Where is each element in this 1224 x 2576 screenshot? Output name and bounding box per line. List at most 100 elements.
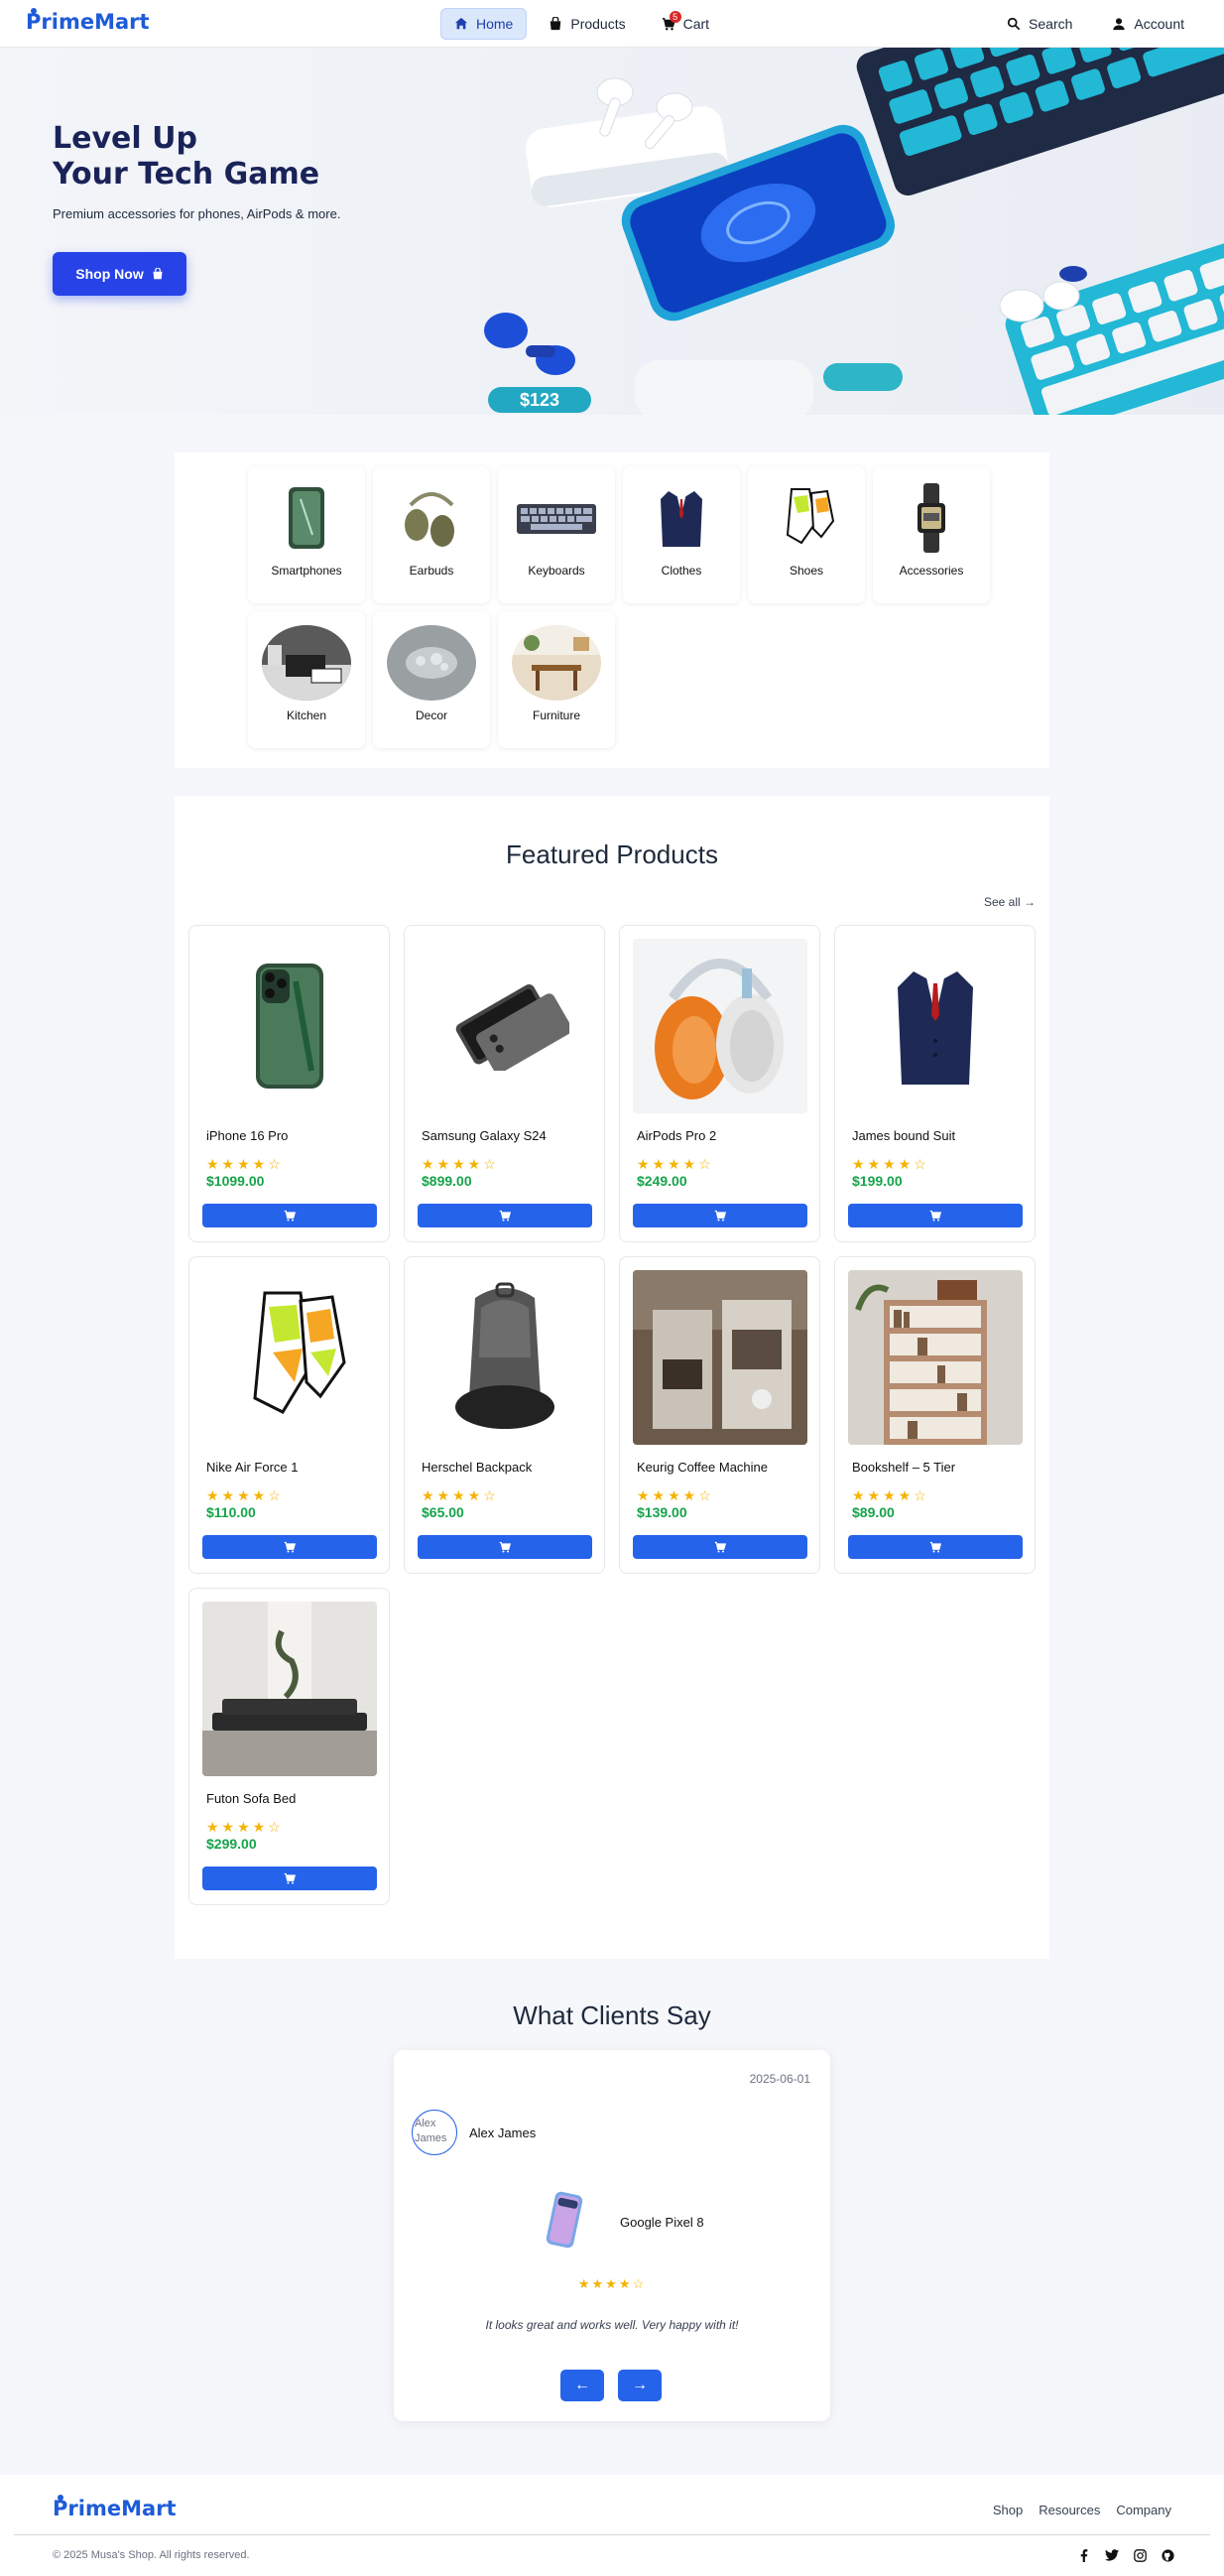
- nav-products-link[interactable]: Products: [535, 8, 639, 40]
- kitchen-image: [262, 625, 351, 701]
- category-shoes[interactable]: Shoes: [748, 466, 865, 603]
- brand-logo[interactable]: PrimeMart: [26, 8, 150, 34]
- suit-image: [848, 939, 1023, 1113]
- nav-search-link[interactable]: Search: [993, 8, 1086, 40]
- shopping-bag-icon: [551, 17, 561, 31]
- next-testimonial-button[interactable]: →: [618, 2370, 662, 2401]
- category-earbuds[interactable]: Earbuds: [373, 466, 490, 603]
- product-card[interactable]: Herschel Backpack ★★★★☆ $65.00: [404, 1256, 605, 1574]
- brand-logo-text: rimeMart: [41, 10, 150, 34]
- add-to-cart-button[interactable]: [202, 1535, 377, 1559]
- product-price: $65.00: [422, 1504, 464, 1520]
- add-to-cart-button[interactable]: [848, 1535, 1023, 1559]
- cart-count-badge: 5: [669, 11, 681, 23]
- product-rating-stars: ★★★★☆: [206, 1819, 284, 1835]
- cart-icon: 5: [662, 11, 681, 31]
- category-label: Kitchen: [286, 708, 327, 722]
- category-smartphones[interactable]: Smartphones: [248, 466, 365, 603]
- product-name: Bookshelf – 5 Tier: [852, 1460, 956, 1475]
- product-name: iPhone 16 Pro: [206, 1128, 289, 1143]
- product-card[interactable]: Futon Sofa Bed ★★★★☆ $299.00: [188, 1588, 390, 1905]
- cart-icon: [714, 1210, 726, 1222]
- twitter-icon[interactable]: [1105, 2548, 1119, 2562]
- coffee-machine-image: [633, 1270, 807, 1445]
- home-icon: [454, 17, 468, 30]
- add-to-cart-button[interactable]: [202, 1204, 377, 1227]
- brand-logo-initial: P: [53, 2495, 68, 2520]
- product-name: Futon Sofa Bed: [206, 1791, 297, 1806]
- product-card[interactable]: AirPods Pro 2 ★★★★☆ $249.00: [619, 925, 820, 1242]
- nav-search-label: Search: [1029, 16, 1073, 32]
- see-all-link[interactable]: See all →: [984, 895, 1036, 909]
- arrow-right-icon: →: [632, 2377, 648, 2393]
- product-card[interactable]: Samsung Galaxy S24 ★★★★☆ $899.00: [404, 925, 605, 1242]
- footer-link-company[interactable]: Company: [1116, 2503, 1171, 2517]
- brand-logo-initial: P: [26, 8, 42, 34]
- previous-testimonial-button[interactable]: ←: [560, 2370, 604, 2401]
- add-to-cart-button[interactable]: [633, 1204, 807, 1227]
- add-to-cart-button[interactable]: [848, 1204, 1023, 1227]
- product-price: $1099.00: [206, 1173, 265, 1189]
- nav-cart-link[interactable]: 5 Cart: [648, 8, 723, 40]
- product-rating-stars: ★★★★☆: [637, 1487, 714, 1503]
- user-icon: [1113, 18, 1126, 31]
- nav-account-label: Account: [1134, 16, 1184, 32]
- sneaker-image: [762, 480, 851, 556]
- sofa-bed-image: [202, 1602, 377, 1776]
- add-to-cart-button[interactable]: [418, 1204, 592, 1227]
- product-card[interactable]: iPhone 16 Pro ★★★★☆ $1099.00: [188, 925, 390, 1242]
- facebook-icon[interactable]: [1077, 2548, 1091, 2562]
- product-price: $89.00: [852, 1504, 895, 1520]
- nav-home-label: Home: [476, 16, 514, 32]
- hero-price-tag: $123: [520, 390, 559, 410]
- category-label: Furniture: [532, 708, 581, 722]
- search-icon: [1007, 17, 1021, 31]
- shop-now-button[interactable]: Shop Now: [53, 252, 186, 296]
- section-title: Featured Products: [506, 839, 718, 869]
- suit-image: [637, 480, 726, 556]
- footer-link-shop[interactable]: Shop: [993, 2503, 1023, 2517]
- nav-account-link[interactable]: Account: [1098, 8, 1198, 40]
- category-label: Accessories: [899, 564, 964, 578]
- headphones-image: [633, 939, 807, 1113]
- product-price: $899.00: [422, 1173, 472, 1189]
- nav-products-label: Products: [570, 16, 626, 32]
- add-to-cart-button[interactable]: [202, 1867, 377, 1890]
- category-kitchen[interactable]: Kitchen: [248, 611, 365, 748]
- cart-icon: [499, 1210, 511, 1222]
- testimonial-quote: It looks great and works well. Very happ…: [485, 2318, 739, 2332]
- product-price: $249.00: [637, 1173, 687, 1189]
- add-to-cart-button[interactable]: [418, 1535, 592, 1559]
- reviewed-product-image: [546, 2191, 583, 2249]
- category-decor[interactable]: Decor: [373, 611, 490, 748]
- shopping-bag-icon: [153, 268, 163, 280]
- watch-image: [887, 480, 976, 556]
- github-icon[interactable]: [1161, 2548, 1174, 2562]
- smartphone-image: [262, 480, 351, 556]
- keyboard-image: [512, 480, 601, 556]
- product-card[interactable]: James bound Suit ★★★★☆ $199.00: [834, 925, 1036, 1242]
- instagram-icon[interactable]: [1133, 2548, 1147, 2562]
- product-card[interactable]: Bookshelf – 5 Tier ★★★★☆ $89.00: [834, 1256, 1036, 1574]
- product-card[interactable]: Nike Air Force 1 ★★★★☆ $110.00: [188, 1256, 390, 1574]
- reviewed-product-name: Google Pixel 8: [620, 2215, 704, 2230]
- category-keyboards[interactable]: Keyboards: [498, 466, 615, 603]
- product-card[interactable]: Keurig Coffee Machine ★★★★☆ $139.00: [619, 1256, 820, 1574]
- cart-icon: [284, 1872, 296, 1884]
- iphone-image: [202, 939, 377, 1113]
- hero-title-line1: Level Up: [53, 121, 197, 156]
- product-name: AirPods Pro 2: [637, 1128, 717, 1143]
- hero-banner: Level Up Your Tech Game Premium accessor…: [0, 48, 1224, 415]
- add-to-cart-button[interactable]: [633, 1535, 807, 1559]
- brand-logo-text: rimeMart: [67, 2497, 177, 2520]
- top-navbar: PrimeMart Home Products 5 Cart Search Ac…: [0, 0, 1224, 48]
- category-accessories[interactable]: Accessories: [873, 466, 990, 603]
- nav-home-link[interactable]: Home: [440, 8, 528, 40]
- category-clothes[interactable]: Clothes: [623, 466, 740, 603]
- cart-icon: [284, 1541, 296, 1553]
- footer-brand-logo[interactable]: PrimeMart: [53, 2495, 177, 2520]
- sneaker-image: [202, 1270, 377, 1445]
- hero-title: Level Up Your Tech Game: [53, 121, 319, 193]
- category-furniture[interactable]: Furniture: [498, 611, 615, 748]
- footer-link-resources[interactable]: Resources: [1039, 2503, 1100, 2517]
